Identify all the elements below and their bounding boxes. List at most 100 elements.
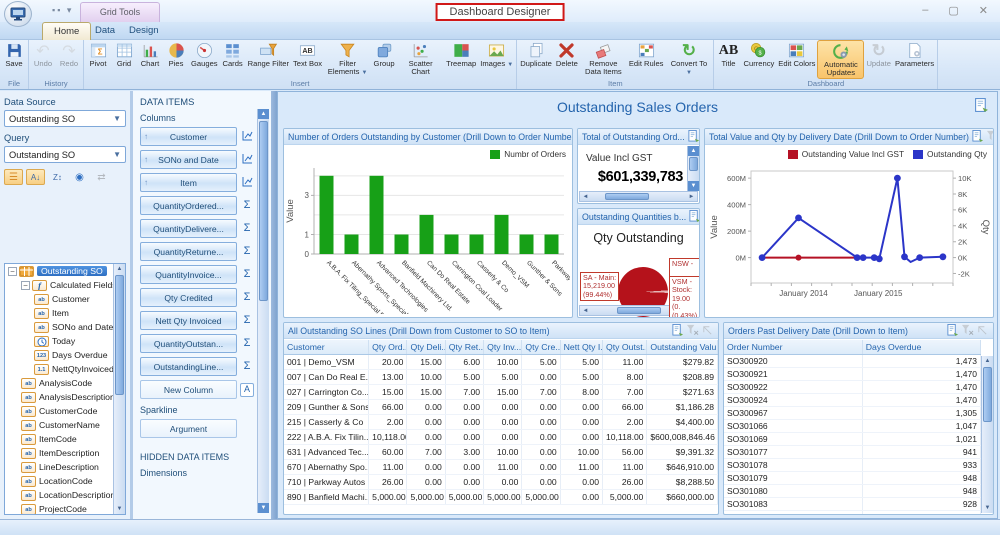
table-row[interactable]: SO3010661,047	[724, 420, 981, 433]
column-header-qty-outst[interactable]: Qty Outst...	[602, 340, 646, 355]
bar-chart[interactable]: 013A.B.A. Fix Tiling_Special PricesAbern…	[284, 162, 570, 314]
export-icon[interactable]	[687, 130, 699, 142]
sum-icon[interactable]: Σ	[240, 269, 254, 280]
table-row[interactable]: 710 | Parkway Autos26.000.000.000.000.00…	[284, 475, 718, 490]
line-chart-panel[interactable]: Total Value and Qty by Delivery Date (Dr…	[704, 128, 994, 318]
sum-icon[interactable]: Σ	[240, 200, 254, 211]
scrollbar-thumb[interactable]	[259, 121, 268, 301]
sort-desc-icon[interactable]: Z↕	[48, 169, 67, 185]
tree-scrollbar[interactable]: ▲▼	[113, 264, 125, 514]
tree-item-customercode[interactable]: abCustomerCode	[5, 404, 125, 418]
table-row[interactable]: 890 | Banfield Machi...5,000.005,000.005…	[284, 490, 718, 505]
convert-to-button[interactable]: ↻Convert To ▼	[665, 40, 712, 78]
table-row[interactable]: SO301080948	[724, 485, 981, 498]
clear-filter-icon[interactable]	[986, 130, 993, 142]
table-row[interactable]: SO3009221,470	[724, 381, 981, 394]
save-button[interactable]: Save	[1, 40, 27, 68]
update-button[interactable]: ↻Update	[864, 40, 893, 68]
overdue-table-scrollbar[interactable]: ▲ ▼	[981, 356, 993, 513]
scroll-down-icon[interactable]: ▼	[258, 503, 269, 513]
edit-rules-button[interactable]: Edit Rules	[627, 40, 666, 68]
filter-elements-button[interactable]: Filter Elements ▼	[324, 40, 371, 78]
axis-icon[interactable]	[240, 130, 254, 144]
preview-icon[interactable]: ◉	[70, 169, 89, 185]
column-header-qty-ord[interactable]: Qty Ord...	[369, 340, 407, 355]
tree-item-customername[interactable]: abCustomerName	[5, 418, 125, 432]
data-item-quantityreturne[interactable]: QuantityReturne...	[140, 242, 237, 261]
table-row[interactable]: 670 | Abernathy Spo...11.000.000.0011.00…	[284, 460, 718, 475]
table-row[interactable]: 631 | Advanced Tec...60.007.003.0010.000…	[284, 445, 718, 460]
gauges-button[interactable]: Gauges	[189, 40, 220, 68]
collapse-icon[interactable]: −	[21, 281, 30, 290]
table-row[interactable]: SO3009201,473	[724, 355, 981, 368]
data-item-quantitydelivere[interactable]: QuantityDelivere...	[140, 219, 237, 238]
table-row[interactable]: 001 | Demo_VSM20.0015.006.0010.005.005.0…	[284, 355, 718, 370]
tree-item-locationcode[interactable]: abLocationCode	[5, 474, 125, 488]
table-row[interactable]: 209 | Gunther & Sons66.000.000.000.000.0…	[284, 400, 718, 415]
delete-button[interactable]: Delete	[554, 40, 580, 68]
data-item-new-column[interactable]: New Column	[140, 380, 237, 399]
data-item-qty-credited[interactable]: Qty Credited	[140, 288, 237, 307]
tree-item-locationdescription[interactable]: abLocationDescription	[5, 488, 125, 502]
layout-icon[interactable]: ☰	[4, 169, 23, 185]
overdue-table-panel[interactable]: Orders Past Delivery Date (Drill Down to…	[723, 322, 994, 515]
text-box-button[interactable]: ABText Box	[291, 40, 324, 68]
tree-item-analysisdescription[interactable]: abAnalysisDescription	[5, 390, 125, 404]
tree-item-nettqtyinvoiced[interactable]: 1.1NettQtyInvoiced	[5, 362, 125, 376]
data-item-item[interactable]: ↑Item	[140, 173, 237, 192]
chart-button[interactable]: Chart	[137, 40, 163, 68]
column-header-nett-qty-i[interactable]: Nett Qty I...	[560, 340, 602, 355]
column-header-outstanding-valu[interactable]: Outstanding Valu...	[647, 340, 718, 355]
export-icon[interactable]	[974, 98, 989, 112]
table-row[interactable]: SO3009241,470	[724, 394, 981, 407]
table-row[interactable]: SO301077941	[724, 446, 981, 459]
axis-icon[interactable]	[240, 153, 254, 167]
tab-design[interactable]: Design	[118, 22, 170, 40]
data-item-nett-qty-invoiced[interactable]: Nett Qty Invoiced	[140, 311, 237, 330]
line-chart[interactable]: 600M400M200M0M10K8K6K4K2K0K-2KJanuary 20…	[705, 161, 991, 316]
maximize-button[interactable]: ▢	[948, 4, 958, 17]
column-header-qty-ret[interactable]: Qty Ret...	[445, 340, 483, 355]
duplicate-button[interactable]: Duplicate	[518, 40, 554, 68]
tree-item-item[interactable]: abItem	[5, 306, 125, 320]
table-row[interactable]: 215 | Casserly & Co2.000.000.000.000.000…	[284, 415, 718, 430]
argument-slot[interactable]: Argument	[140, 419, 237, 438]
drill-up-icon[interactable]	[701, 324, 714, 336]
tree-item-days-overdue[interactable]: 123Days Overdue	[5, 348, 125, 362]
table-row[interactable]: SO3010691,021	[724, 433, 981, 446]
undo-button[interactable]: ↶Undo	[30, 40, 56, 68]
currency-button[interactable]: C$Currency	[741, 40, 776, 68]
tree-item-sono-and-date[interactable]: abSONo and Date	[5, 320, 125, 334]
data-source-select[interactable]: Outstanding SO▼	[4, 110, 126, 127]
app-menu-button[interactable]	[4, 1, 32, 27]
quick-access-toolbar[interactable]: ▪▪ ▾	[52, 5, 73, 16]
table-row[interactable]: SO301085847	[724, 511, 981, 515]
tree-item-today[interactable]: Today	[5, 334, 125, 348]
tree-item-itemcode[interactable]: abItemCode	[5, 432, 125, 446]
sync-icon[interactable]: ⇄	[92, 169, 111, 185]
table-row[interactable]: 027 | Carrington Co...15.0015.007.0015.0…	[284, 385, 718, 400]
pies-button[interactable]: Pies	[163, 40, 189, 68]
treemap-button[interactable]: Treemap	[444, 40, 478, 68]
close-button[interactable]: ✕	[979, 4, 988, 17]
so-lines-table-panel[interactable]: All Outstanding SO Lines (Drill Down fro…	[283, 322, 719, 515]
data-item-quantityinvoice[interactable]: QuantityInvoice...	[140, 265, 237, 284]
tree-item-analysiscode[interactable]: abAnalysisCode	[5, 376, 125, 390]
data-item-quantityoutstan[interactable]: QuantityOutstan...	[140, 334, 237, 353]
so-lines-table[interactable]: CustomerQty Ord...Qty Deli...Qty Ret...Q…	[284, 340, 718, 505]
tree-item-customer[interactable]: abCustomer	[5, 292, 125, 306]
table-row[interactable]: SO3009671,305	[724, 407, 981, 420]
data-items-scrollbar[interactable]: ▲ ▼	[257, 109, 269, 513]
pivot-button[interactable]: ΣPivot	[85, 40, 111, 68]
axis-icon[interactable]	[240, 176, 254, 190]
automatic-updates-button[interactable]: Automatic Updates	[817, 40, 864, 79]
column-header-qty-inv[interactable]: Qty Inv...	[484, 340, 522, 355]
sum-icon[interactable]: Σ	[240, 338, 254, 349]
scroll-up-icon[interactable]: ▲	[258, 109, 269, 119]
table-row[interactable]: SO301083928	[724, 498, 981, 511]
group-button[interactable]: Group	[371, 40, 397, 68]
minimize-button[interactable]: –	[922, 4, 928, 17]
sum-icon[interactable]: Σ	[240, 246, 254, 257]
overdue-table[interactable]: Order NumberDays OverdueSO3009201,473SO3…	[724, 340, 981, 514]
sum-icon[interactable]: Σ	[240, 223, 254, 234]
